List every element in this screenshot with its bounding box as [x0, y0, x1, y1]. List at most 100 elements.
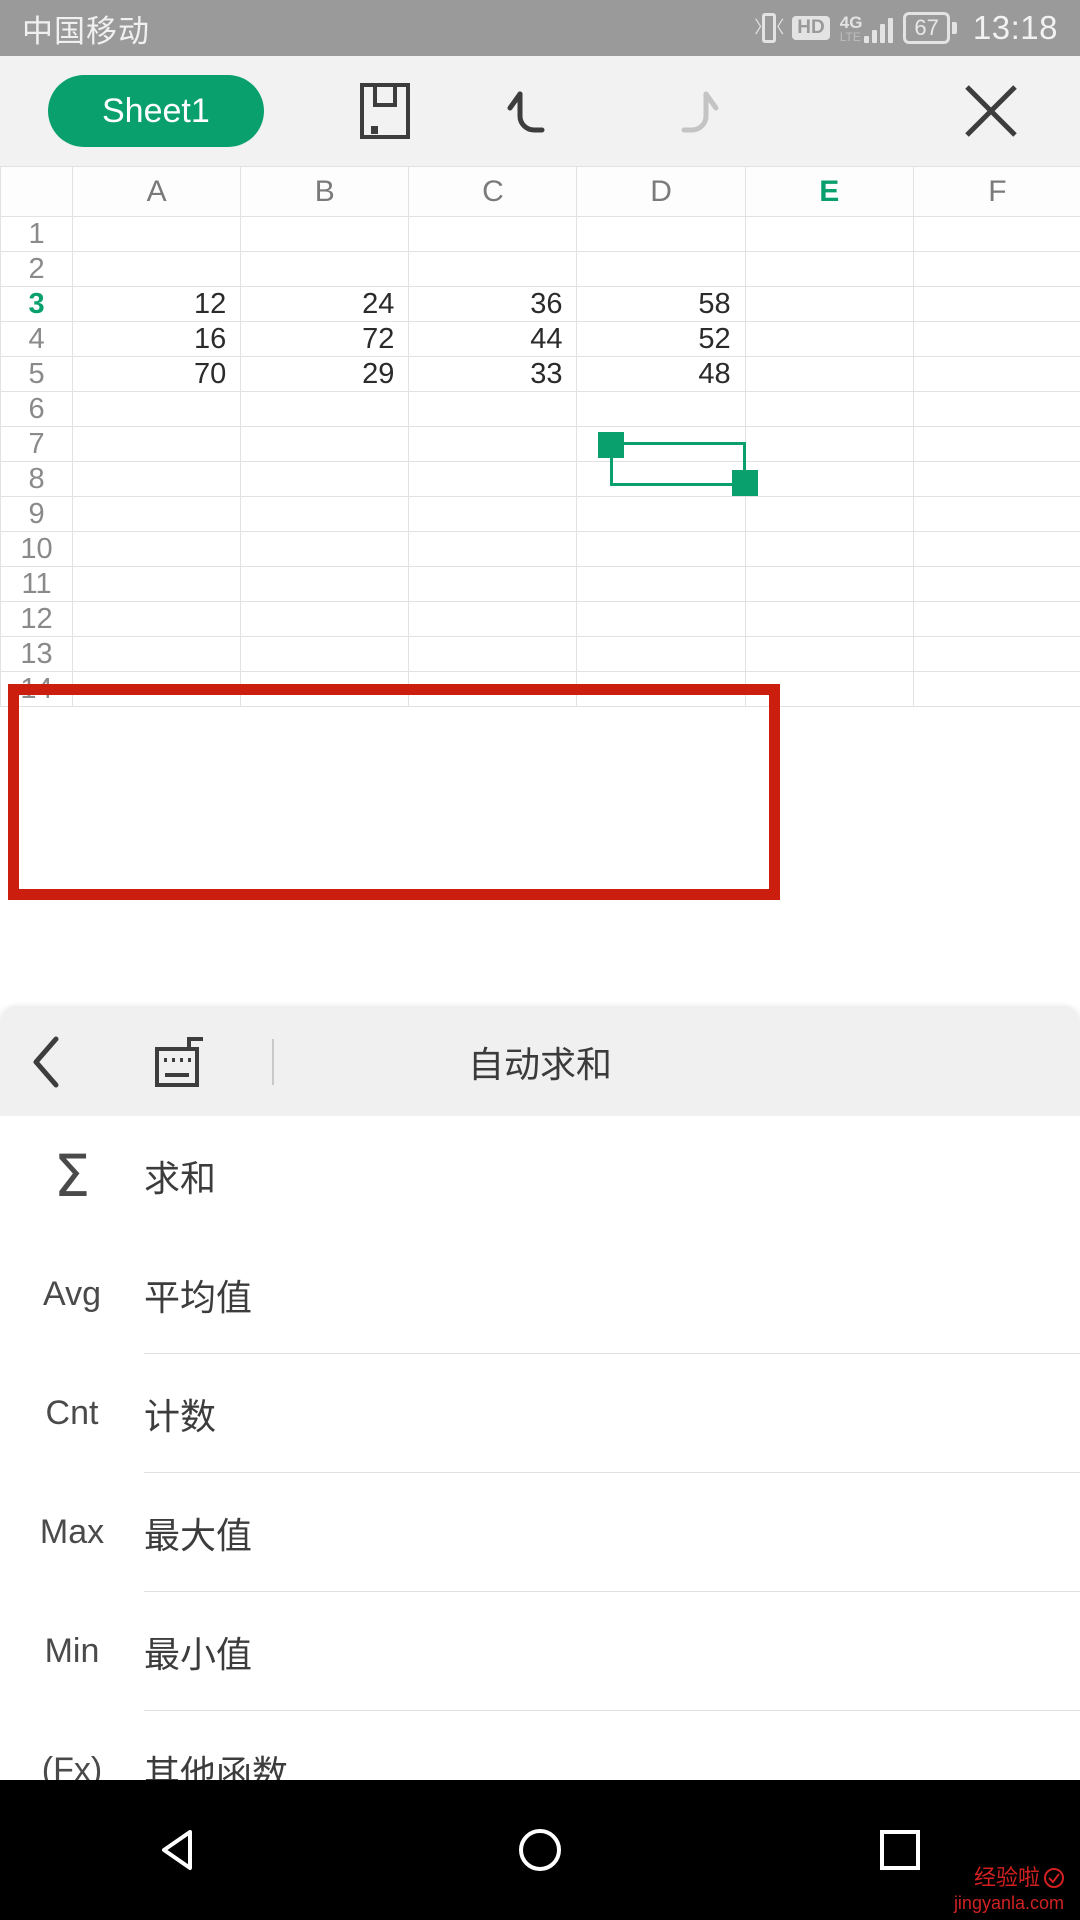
chevron-left-icon[interactable]: [0, 1033, 96, 1091]
cell-b5[interactable]: 29: [240, 356, 410, 392]
cell-a8[interactable]: [72, 461, 242, 497]
cell-f9[interactable]: [913, 496, 1080, 532]
cell-f2[interactable]: [913, 251, 1080, 287]
cell-b1[interactable]: [240, 216, 410, 252]
sheet-tab[interactable]: Sheet1: [48, 75, 264, 147]
cell-f8[interactable]: [913, 461, 1080, 497]
cell-e3[interactable]: [745, 286, 914, 322]
cell-c9[interactable]: [408, 496, 578, 532]
cell-d8[interactable]: [576, 461, 746, 497]
cell-b9[interactable]: [240, 496, 410, 532]
cell-b6[interactable]: [240, 391, 410, 427]
cell-b13[interactable]: [240, 636, 410, 672]
cell-b3[interactable]: 24: [240, 286, 410, 322]
list-item-other-functions[interactable]: (Fx) 其他函数: [0, 1711, 1080, 1780]
save-icon[interactable]: [354, 80, 416, 142]
cell-f13[interactable]: [913, 636, 1080, 672]
cell-c13[interactable]: [408, 636, 578, 672]
close-icon[interactable]: [960, 80, 1022, 142]
row-header-11[interactable]: 11: [0, 566, 74, 602]
cell-c3[interactable]: 36: [408, 286, 578, 322]
cell-d9[interactable]: [576, 496, 746, 532]
row-header-8[interactable]: 8: [0, 461, 74, 497]
row-header-2[interactable]: 2: [0, 251, 74, 287]
cell-a9[interactable]: [72, 496, 242, 532]
cell-c5[interactable]: 33: [408, 356, 578, 392]
cell-c14[interactable]: [408, 671, 578, 707]
cell-e10[interactable]: [745, 531, 914, 567]
list-item-sum[interactable]: Σ 求和: [0, 1116, 1080, 1235]
cell-b11[interactable]: [240, 566, 410, 602]
cell-f1[interactable]: [913, 216, 1080, 252]
row-header-4[interactable]: 4: [0, 321, 74, 357]
cell-e6[interactable]: [745, 391, 914, 427]
cell-f3[interactable]: [913, 286, 1080, 322]
cell-f12[interactable]: [913, 601, 1080, 637]
cell-e7[interactable]: [745, 426, 914, 462]
cell-d2[interactable]: [576, 251, 746, 287]
cell-e2[interactable]: [745, 251, 914, 287]
row-header-6[interactable]: 6: [0, 391, 74, 427]
cell-e8[interactable]: [745, 461, 914, 497]
undo-icon[interactable]: [506, 80, 568, 142]
cell-f11[interactable]: [913, 566, 1080, 602]
cell-c8[interactable]: [408, 461, 578, 497]
cell-d6[interactable]: [576, 391, 746, 427]
cell-a3[interactable]: 12: [72, 286, 242, 322]
column-header-a[interactable]: A: [72, 166, 242, 217]
list-item-count[interactable]: Cnt 计数: [0, 1354, 1080, 1473]
cell-d14[interactable]: [576, 671, 746, 707]
cell-d11[interactable]: [576, 566, 746, 602]
cell-c4[interactable]: 44: [408, 321, 578, 357]
nav-back-icon[interactable]: [120, 1790, 240, 1910]
column-header-c[interactable]: C: [408, 166, 578, 217]
column-header-d[interactable]: D: [576, 166, 746, 217]
cell-a11[interactable]: [72, 566, 242, 602]
cell-f6[interactable]: [913, 391, 1080, 427]
cell-f7[interactable]: [913, 426, 1080, 462]
row-header-9[interactable]: 9: [0, 496, 74, 532]
column-header-f[interactable]: F: [913, 166, 1080, 217]
cell-d4[interactable]: 52: [576, 321, 746, 357]
list-item-max[interactable]: Max 最大值: [0, 1473, 1080, 1592]
cell-b14[interactable]: [240, 671, 410, 707]
nav-home-icon[interactable]: [480, 1790, 600, 1910]
cell-b10[interactable]: [240, 531, 410, 567]
row-header-1[interactable]: 1: [0, 216, 74, 252]
keyboard-hide-icon[interactable]: [132, 1033, 228, 1091]
cell-d10[interactable]: [576, 531, 746, 567]
cell-c7[interactable]: [408, 426, 578, 462]
cell-e4[interactable]: [745, 321, 914, 357]
row-header-7[interactable]: 7: [0, 426, 74, 462]
cell-e9[interactable]: [745, 496, 914, 532]
cell-a5[interactable]: 70: [72, 356, 242, 392]
cell-a7[interactable]: [72, 426, 242, 462]
cell-a2[interactable]: [72, 251, 242, 287]
row-header-5[interactable]: 5: [0, 356, 74, 392]
cell-e1[interactable]: [745, 216, 914, 252]
cell-e12[interactable]: [745, 601, 914, 637]
nav-recents-icon[interactable]: [840, 1790, 960, 1910]
row-header-13[interactable]: 13: [0, 636, 74, 672]
selection-handle-top-left[interactable]: [598, 432, 624, 458]
row-header-12[interactable]: 12: [0, 601, 74, 637]
cell-e11[interactable]: [745, 566, 914, 602]
column-header-b[interactable]: B: [240, 166, 410, 217]
cell-a6[interactable]: [72, 391, 242, 427]
cell-f14[interactable]: [913, 671, 1080, 707]
cell-d1[interactable]: [576, 216, 746, 252]
list-item-average[interactable]: Avg 平均值: [0, 1235, 1080, 1354]
cell-a1[interactable]: [72, 216, 242, 252]
cell-d12[interactable]: [576, 601, 746, 637]
cell-b2[interactable]: [240, 251, 410, 287]
cell-b7[interactable]: [240, 426, 410, 462]
cell-b4[interactable]: 72: [240, 321, 410, 357]
cell-e14[interactable]: [745, 671, 914, 707]
cell-c11[interactable]: [408, 566, 578, 602]
cell-c2[interactable]: [408, 251, 578, 287]
cell-c6[interactable]: [408, 391, 578, 427]
cell-d13[interactable]: [576, 636, 746, 672]
row-header-3[interactable]: 3: [0, 286, 74, 322]
row-header-10[interactable]: 10: [0, 531, 74, 567]
cell-f10[interactable]: [913, 531, 1080, 567]
